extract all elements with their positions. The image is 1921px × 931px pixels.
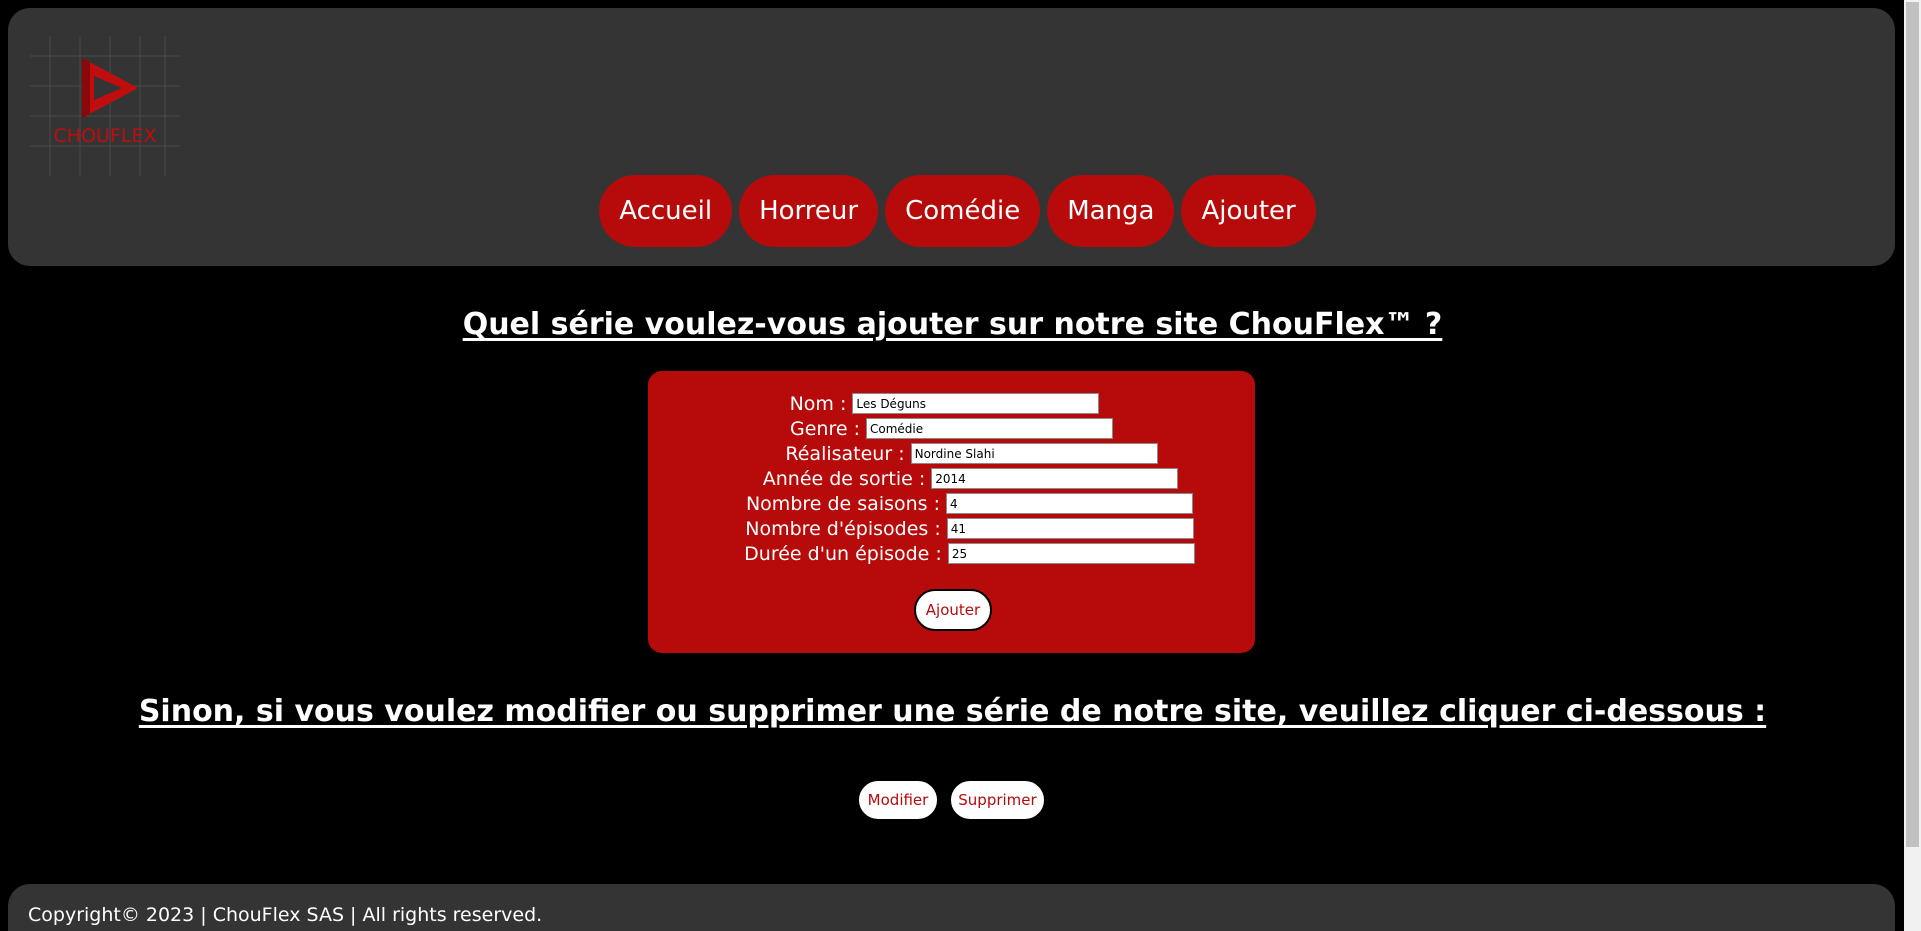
vertical-scrollbar[interactable] xyxy=(1904,0,1921,931)
modify-delete-title: Sinon, si vous voulez modifier ou suppri… xyxy=(138,694,1767,729)
nav-ajouter[interactable]: Ajouter xyxy=(1181,175,1316,247)
field-label-saisons: Nombre de saisons : xyxy=(745,492,941,515)
add-series-form: Nom : Genre : Réalisateur : Année de sor… xyxy=(648,371,1255,653)
chouflex-logo[interactable]: CHOUFLEX xyxy=(30,36,180,176)
footer-copyright: Copyright© 2023 | ChouFlex SAS | All rig… xyxy=(28,904,543,926)
form-row-episodes: Nombre d'épisodes : xyxy=(648,516,1255,541)
nom-input[interactable] xyxy=(852,393,1100,414)
annee-input[interactable] xyxy=(931,468,1179,489)
form-row-nom: Nom : xyxy=(648,391,1255,416)
realisateur-input[interactable] xyxy=(910,443,1158,464)
form-row-annee: Année de sortie : xyxy=(648,466,1255,491)
saisons-input[interactable] xyxy=(946,493,1194,514)
field-label-genre: Genre : xyxy=(790,417,860,440)
field-label-realisateur: Réalisateur : xyxy=(785,442,905,465)
logo-text: CHOUFLEX xyxy=(54,125,157,147)
modify-button[interactable]: Modifier xyxy=(857,779,939,821)
add-series-title: Quel série voulez-vous ajouter sur notre… xyxy=(462,307,1443,342)
form-row-duree: Durée d'un épisode : xyxy=(648,541,1255,566)
nav-accueil[interactable]: Accueil xyxy=(599,175,733,247)
header: CHOUFLEX Accueil Horreur Comédie Manga A… xyxy=(8,8,1895,266)
field-label-annee: Année de sortie : xyxy=(762,467,926,490)
field-label-duree: Durée d'un épisode : xyxy=(744,542,942,565)
scrollbar-thumb[interactable] xyxy=(1906,2,1919,847)
field-label-episodes: Nombre d'épisodes : xyxy=(745,517,941,540)
form-row-realisateur: Réalisateur : xyxy=(648,441,1255,466)
nav-comedie[interactable]: Comédie xyxy=(885,175,1041,247)
form-row-saisons: Nombre de saisons : xyxy=(648,491,1255,516)
episodes-input[interactable] xyxy=(946,518,1194,539)
delete-button[interactable]: Supprimer xyxy=(949,779,1046,821)
duree-input[interactable] xyxy=(947,543,1195,564)
nav-manga[interactable]: Manga xyxy=(1047,175,1175,247)
field-label-nom: Nom : xyxy=(789,392,847,415)
page: CHOUFLEX Accueil Horreur Comédie Manga A… xyxy=(0,0,1921,931)
submit-button[interactable]: Ajouter xyxy=(914,589,992,631)
main-nav: Accueil Horreur Comédie Manga Ajouter xyxy=(8,175,1895,247)
genre-input[interactable] xyxy=(865,418,1113,439)
nav-horreur[interactable]: Horreur xyxy=(739,175,879,247)
footer: Copyright© 2023 | ChouFlex SAS | All rig… xyxy=(8,884,1895,931)
form-row-genre: Genre : xyxy=(648,416,1255,441)
